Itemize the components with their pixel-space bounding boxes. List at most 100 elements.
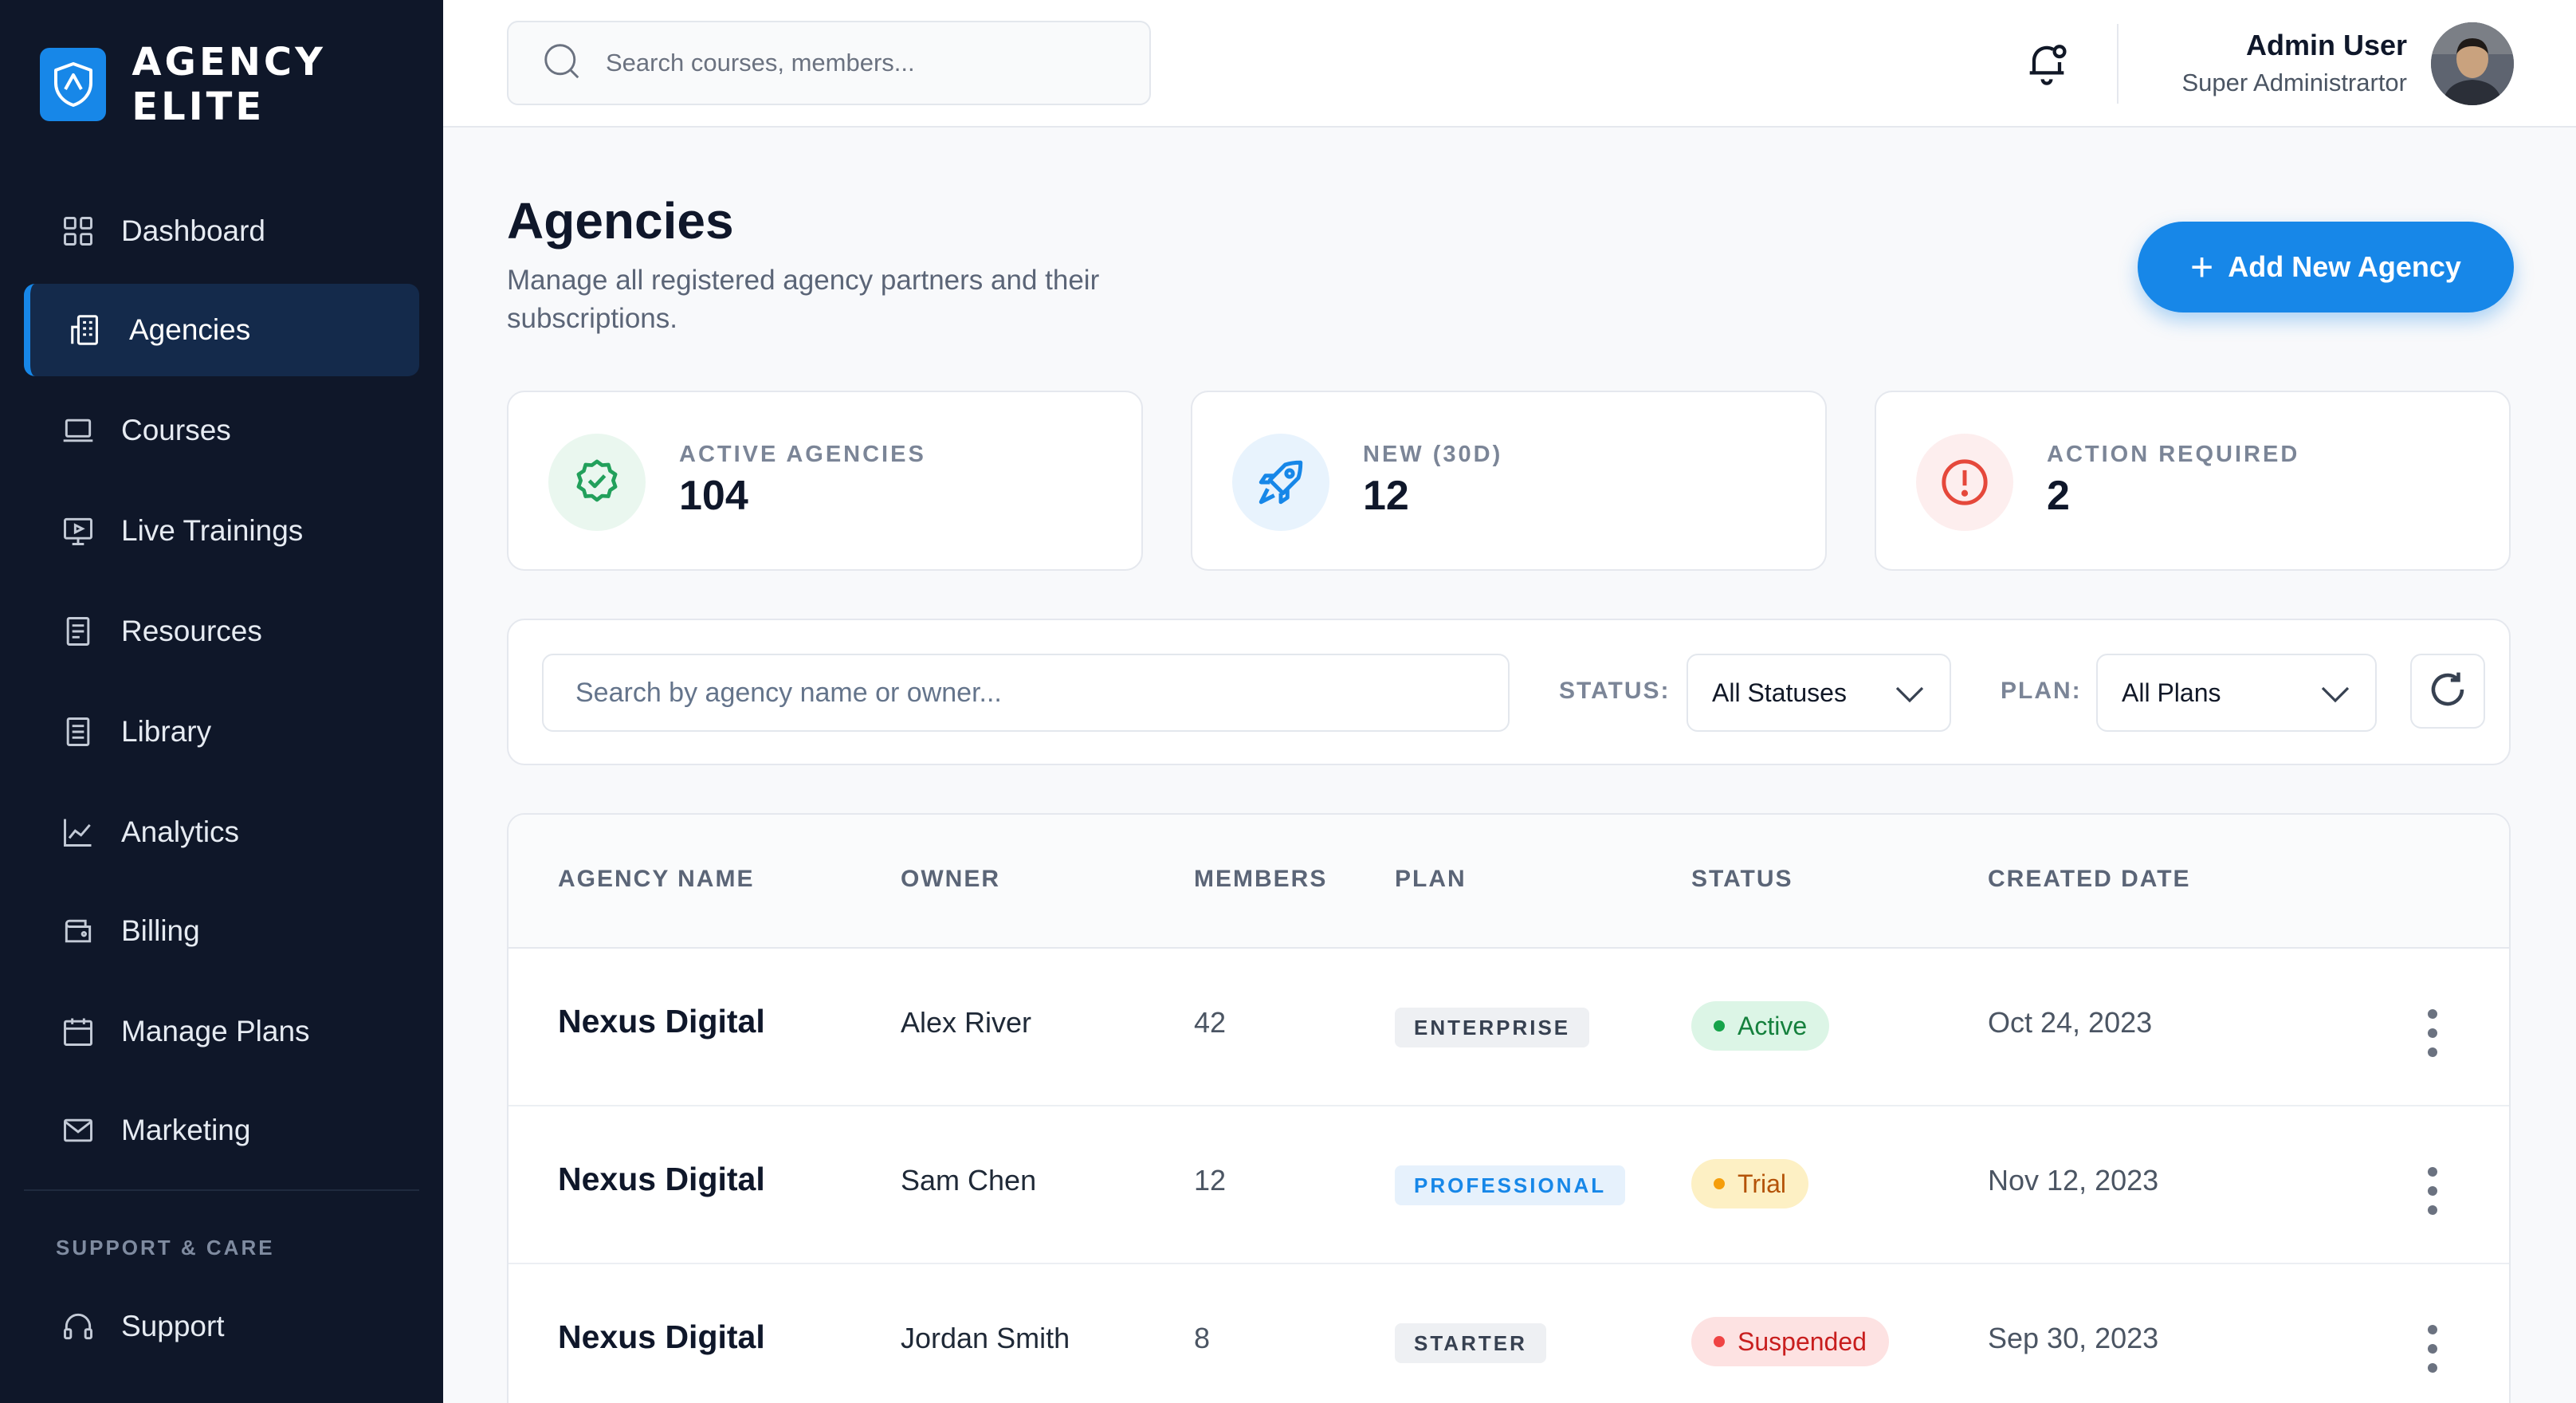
column-header-created-date[interactable]: CREATED DATE [1988,866,2191,893]
video-screen-icon [59,512,97,550]
status-dot [1714,1020,1725,1032]
sidebar-item-label: Analytics [121,815,240,848]
table-header: AGENCY NAME OWNER MEMBERS PLAN STATUS CR… [509,815,2509,949]
wallet-icon [59,912,97,950]
sidebar-item-label: Courses [121,414,231,446]
status-badge: Trial [1691,1159,1809,1208]
column-header-members[interactable]: MEMBERS [1194,866,1327,893]
sidebar-item-label: Agencies [129,313,251,346]
sidebar-item-label: Resources [121,615,262,647]
created-date: Sep 30, 2023 [1988,1322,2159,1354]
sidebar-item-marketing[interactable]: Marketing [24,1084,419,1177]
agency-name[interactable]: Nexus Digital [558,1003,765,1040]
agency-name[interactable]: Nexus Digital [558,1161,765,1198]
chevron-down-icon [2319,682,2351,713]
notification-bell-icon[interactable] [2021,37,2072,92]
agencies-table: AGENCY NAME OWNER MEMBERS PLAN STATUS CR… [507,813,2511,1403]
stat-label: ACTIVE AGENCIES [679,442,926,467]
sidebar-item-manage-plans[interactable]: Manage Plans [24,985,419,1078]
status-badge: Suspended [1691,1317,1889,1366]
column-header-plan[interactable]: PLAN [1395,866,1467,893]
stat-value: 2 [2047,473,2070,519]
brand[interactable]: AGENCY ELITE [40,40,443,129]
sidebar-item-library[interactable]: Library [24,686,419,778]
sidebar-item-live-trainings[interactable]: Live Trainings [24,485,419,577]
stat-card-active-agencies: ACTIVE AGENCIES 104 [507,391,1143,571]
column-header-agency-name[interactable]: AGENCY NAME [558,866,754,893]
laptop-icon [59,411,97,450]
filter-bar: Search by agency name or owner... STATUS… [507,619,2511,765]
status-text: Trial [1738,1169,1787,1198]
sidebar-item-courses[interactable]: Courses [24,384,419,477]
calendar-icon [59,1012,97,1051]
status-filter-label: STATUS: [1559,678,1671,704]
plan-badge: STARTER [1395,1323,1546,1363]
agency-search-input[interactable]: Search by agency name or owner... [542,654,1510,732]
avatar[interactable] [2431,22,2514,105]
chart-line-icon [59,813,97,851]
owner-name: Alex River [901,1006,1032,1039]
sidebar-item-label: Live Trainings [121,514,304,547]
badge-check-icon [548,434,646,531]
search-icon [540,40,583,87]
more-options-icon[interactable] [2417,1167,2448,1215]
page-title: Agencies [507,192,734,250]
rocket-icon [1232,434,1329,531]
member-count: 12 [1194,1164,1227,1197]
top-bar: Search courses, members... Admin User Su… [443,0,2576,128]
table-row[interactable]: Nexus Digital Jordan Smith 8 STARTER Sus… [509,1264,2509,1403]
plan-select[interactable]: All Plans [2096,654,2377,732]
member-count: 42 [1194,1006,1227,1039]
stat-label: ACTION REQUIRED [2047,442,2300,467]
agency-name[interactable]: Nexus Digital [558,1319,765,1356]
stat-value: 104 [679,473,748,519]
status-text: Active [1738,1011,1808,1040]
refresh-icon [2426,668,2469,715]
more-options-icon[interactable] [2417,1009,2448,1057]
table-row[interactable]: Nexus Digital Alex River 42 ENTERPRISE A… [509,949,2509,1106]
more-options-icon[interactable] [2417,1325,2448,1373]
building-icon [67,311,105,349]
brand-name: AGENCY ELITE [132,40,326,129]
sidebar-item-support[interactable]: Support [24,1280,419,1373]
book-icon [59,713,97,751]
status-dot [1714,1336,1725,1347]
member-count: 8 [1194,1322,1211,1354]
sidebar-item-analytics[interactable]: Analytics [24,786,419,878]
plan-badge: PROFESSIONAL [1395,1165,1626,1205]
sidebar-item-billing[interactable]: Billing [24,885,419,977]
add-new-agency-button[interactable]: + Add New Agency [2138,222,2514,312]
user-name[interactable]: Admin User [2246,29,2407,62]
stat-value: 12 [1363,473,1409,519]
sidebar-item-label: Manage Plans [121,1015,310,1047]
chevron-down-icon [1894,682,1926,713]
plus-icon: + [2190,245,2214,289]
add-new-agency-label: Add New Agency [2228,250,2461,283]
alert-circle-icon [1916,434,2013,531]
plan-filter-label: PLAN: [2001,678,2082,704]
owner-name: Jordan Smith [901,1322,1070,1354]
sidebar-item-resources[interactable]: Resources [24,585,419,678]
sidebar-item-dashboard[interactable]: Dashboard [24,185,419,277]
sidebar-section-title: SUPPORT & CARE [56,1236,275,1260]
status-select[interactable]: All Statuses [1687,654,1951,732]
sidebar-item-label: Dashboard [121,214,266,247]
page-subtitle: Manage all registered agency partners an… [507,265,1100,334]
created-date: Nov 12, 2023 [1988,1164,2159,1197]
document-icon [59,612,97,650]
sidebar-divider [24,1189,419,1191]
column-header-owner[interactable]: OWNER [901,866,1000,893]
sidebar-item-agencies[interactable]: Agencies [24,284,419,376]
mail-icon [59,1111,97,1150]
topbar-divider [2117,24,2119,104]
global-search-input[interactable]: Search courses, members... [507,21,1151,105]
sidebar: AGENCY ELITE Dashboard Agencies Courses … [0,0,443,1403]
column-header-status[interactable]: STATUS [1691,866,1793,893]
status-text: Suspended [1738,1326,1867,1356]
headset-icon [59,1307,97,1346]
search-placeholder: Search courses, members... [606,49,915,77]
grid-icon [59,212,97,250]
table-row[interactable]: Nexus Digital Sam Chen 12 PROFESSIONAL T… [509,1106,2509,1264]
refresh-button[interactable] [2410,654,2485,729]
sidebar-item-label: Library [121,715,212,748]
